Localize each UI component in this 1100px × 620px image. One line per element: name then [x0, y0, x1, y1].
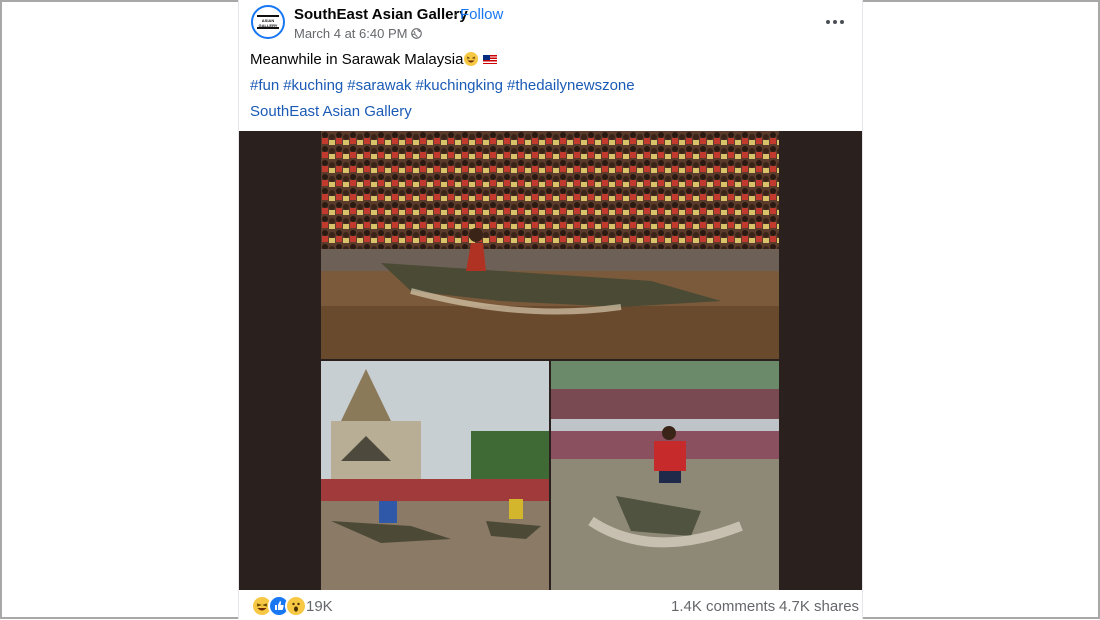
page-avatar[interactable]: ASIAN GALLERY: [251, 5, 285, 39]
reaction-summary[interactable]: [251, 595, 307, 617]
laughing-emoji-icon: [464, 52, 479, 66]
facebook-post: ASIAN GALLERY SouthEast Asian Gallery · F…: [238, 0, 863, 619]
hashtag-list: #fun #kuching #sarawak #kuchingking #thedail…: [250, 77, 639, 94]
malaysia-flag-icon: [483, 55, 498, 64]
hashtag-link[interactable]: #sarawak: [347, 77, 411, 94]
hashtag-link[interactable]: #thedailynewszone: [507, 77, 635, 94]
caption-text: Meanwhile in Sarawak Malaysia: [250, 51, 464, 68]
more-dot-icon: [826, 20, 830, 24]
reaction-count[interactable]: 19K: [306, 598, 333, 615]
photo-red-shirt-crocodile-rider[interactable]: [551, 361, 779, 590]
more-dot-icon: [833, 20, 837, 24]
hashtag-link[interactable]: #fun: [250, 77, 279, 94]
hashtag-link[interactable]: #kuching: [283, 77, 343, 94]
follow-button[interactable]: Follow: [460, 6, 503, 23]
photo-crowd-crocodile-race[interactable]: [321, 131, 779, 359]
more-options-button[interactable]: [823, 12, 847, 32]
post-caption: Meanwhile in Sarawak Malaysia: [250, 51, 498, 68]
photo-mosque-crocodile-riders[interactable]: [321, 361, 549, 590]
gallery-link[interactable]: SouthEast Asian Gallery: [250, 103, 412, 120]
post-media: [239, 131, 862, 590]
comments-count[interactable]: 1.4K comments: [671, 598, 775, 615]
globe-icon: [411, 28, 422, 39]
more-dot-icon: [840, 20, 844, 24]
page-name[interactable]: SouthEast Asian Gallery: [294, 6, 468, 23]
separator-dot: ·: [453, 6, 458, 23]
post-date[interactable]: March 4 at 6:40 PM ·: [294, 26, 415, 41]
shares-count[interactable]: 4.7K shares: [779, 598, 859, 615]
wow-reaction-icon: [285, 595, 307, 617]
hashtag-link[interactable]: #kuchingking: [415, 77, 503, 94]
avatar-logo: ASIAN GALLERY: [257, 15, 279, 29]
